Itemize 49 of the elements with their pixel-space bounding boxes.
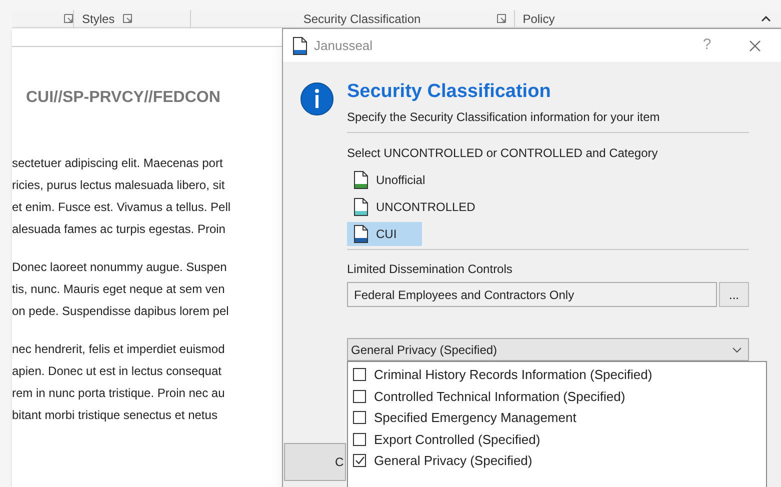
classification-option[interactable]: Unofficial [347,168,430,192]
body-text-line: ricies, purus lectus malesuada libero, sit [12,177,226,194]
body-text-line: rem in nunc porta tristique. Proin nec au [12,385,226,402]
select-label: Select UNCONTROLLED or CONTROLLED and Category [347,145,659,162]
collapse-caret-icon[interactable] [761,16,771,22]
document-icon [293,36,307,54]
document-icon [354,225,368,243]
checkbox[interactable] [353,411,366,424]
document-icon [354,198,368,216]
body-text-line: et enim. Fusce est. Vivamus a tellus. Pell [12,199,232,216]
body-text-line: apien. Donec ut est in lectus consequat [12,363,222,380]
category-option[interactable]: Specified Emergency Management [348,407,576,428]
dialog-subtitle: Specify the Security Classification information for your item [347,109,661,126]
classification-option[interactable]: UNCONTROLLED [347,195,480,219]
body-text-line: Donec laoreet nonummy augue. Suspen [12,259,228,276]
ldc-field[interactable]: Federal Employees and Contractors Only [347,282,717,307]
ribbon-group-label: Security Classification [303,10,421,28]
body-text-line: on pede. Suspendisse dapibus lorem pel [12,303,230,320]
body-text-line: sectetuer adipiscing elit. Maecenas port [12,155,224,172]
ribbon-group-label: Policy [522,10,555,28]
document-icon [354,171,368,189]
ribbon-group-label: Styles [82,10,115,28]
dialog-heading: Security Classification [347,80,552,104]
classification-option[interactable]: CUI [347,222,422,246]
chevron-down-icon [732,346,742,352]
body-text-line: tis, nunc. Mauris eget neque at sem ven [12,281,226,298]
body-text-line: alesuada fames ac turpis egestas. Proin [12,221,226,238]
dialog-launcher-icon[interactable] [64,14,73,23]
checkbox[interactable] [353,432,366,446]
info-icon [300,82,334,116]
category-dropdown[interactable]: General Privacy (Specified) [347,338,749,361]
close-icon[interactable] [749,40,761,52]
category-option[interactable]: Controlled Technical Information (Specified) [348,386,626,407]
body-text-line: nec hendrerit, felis et imperdiet euismod [12,341,226,358]
category-option[interactable]: Export Controlled (Specified) [348,428,540,450]
dialog-launcher-icon[interactable] [122,14,132,23]
category-option[interactable]: Criminal History Records Information (Specified) [348,364,652,386]
checkbox[interactable] [353,368,366,382]
body-text-line: bitant morbi tristique senectus et netus [12,407,218,424]
document-heading: CUI//SP-PRVCY//FEDCON [26,88,222,108]
ldc-label: Limited Dissemination Controls [347,261,514,278]
checkbox[interactable] [353,454,366,468]
checkbox[interactable] [353,390,366,403]
window-title: Janusseal [314,36,373,55]
category-option[interactable]: General Privacy (Specified) [348,450,532,472]
browse-button[interactable]: ... [719,282,749,307]
dialog-launcher-icon[interactable] [496,14,506,23]
check-icon [354,456,364,466]
footer-button[interactable]: C [284,443,346,481]
